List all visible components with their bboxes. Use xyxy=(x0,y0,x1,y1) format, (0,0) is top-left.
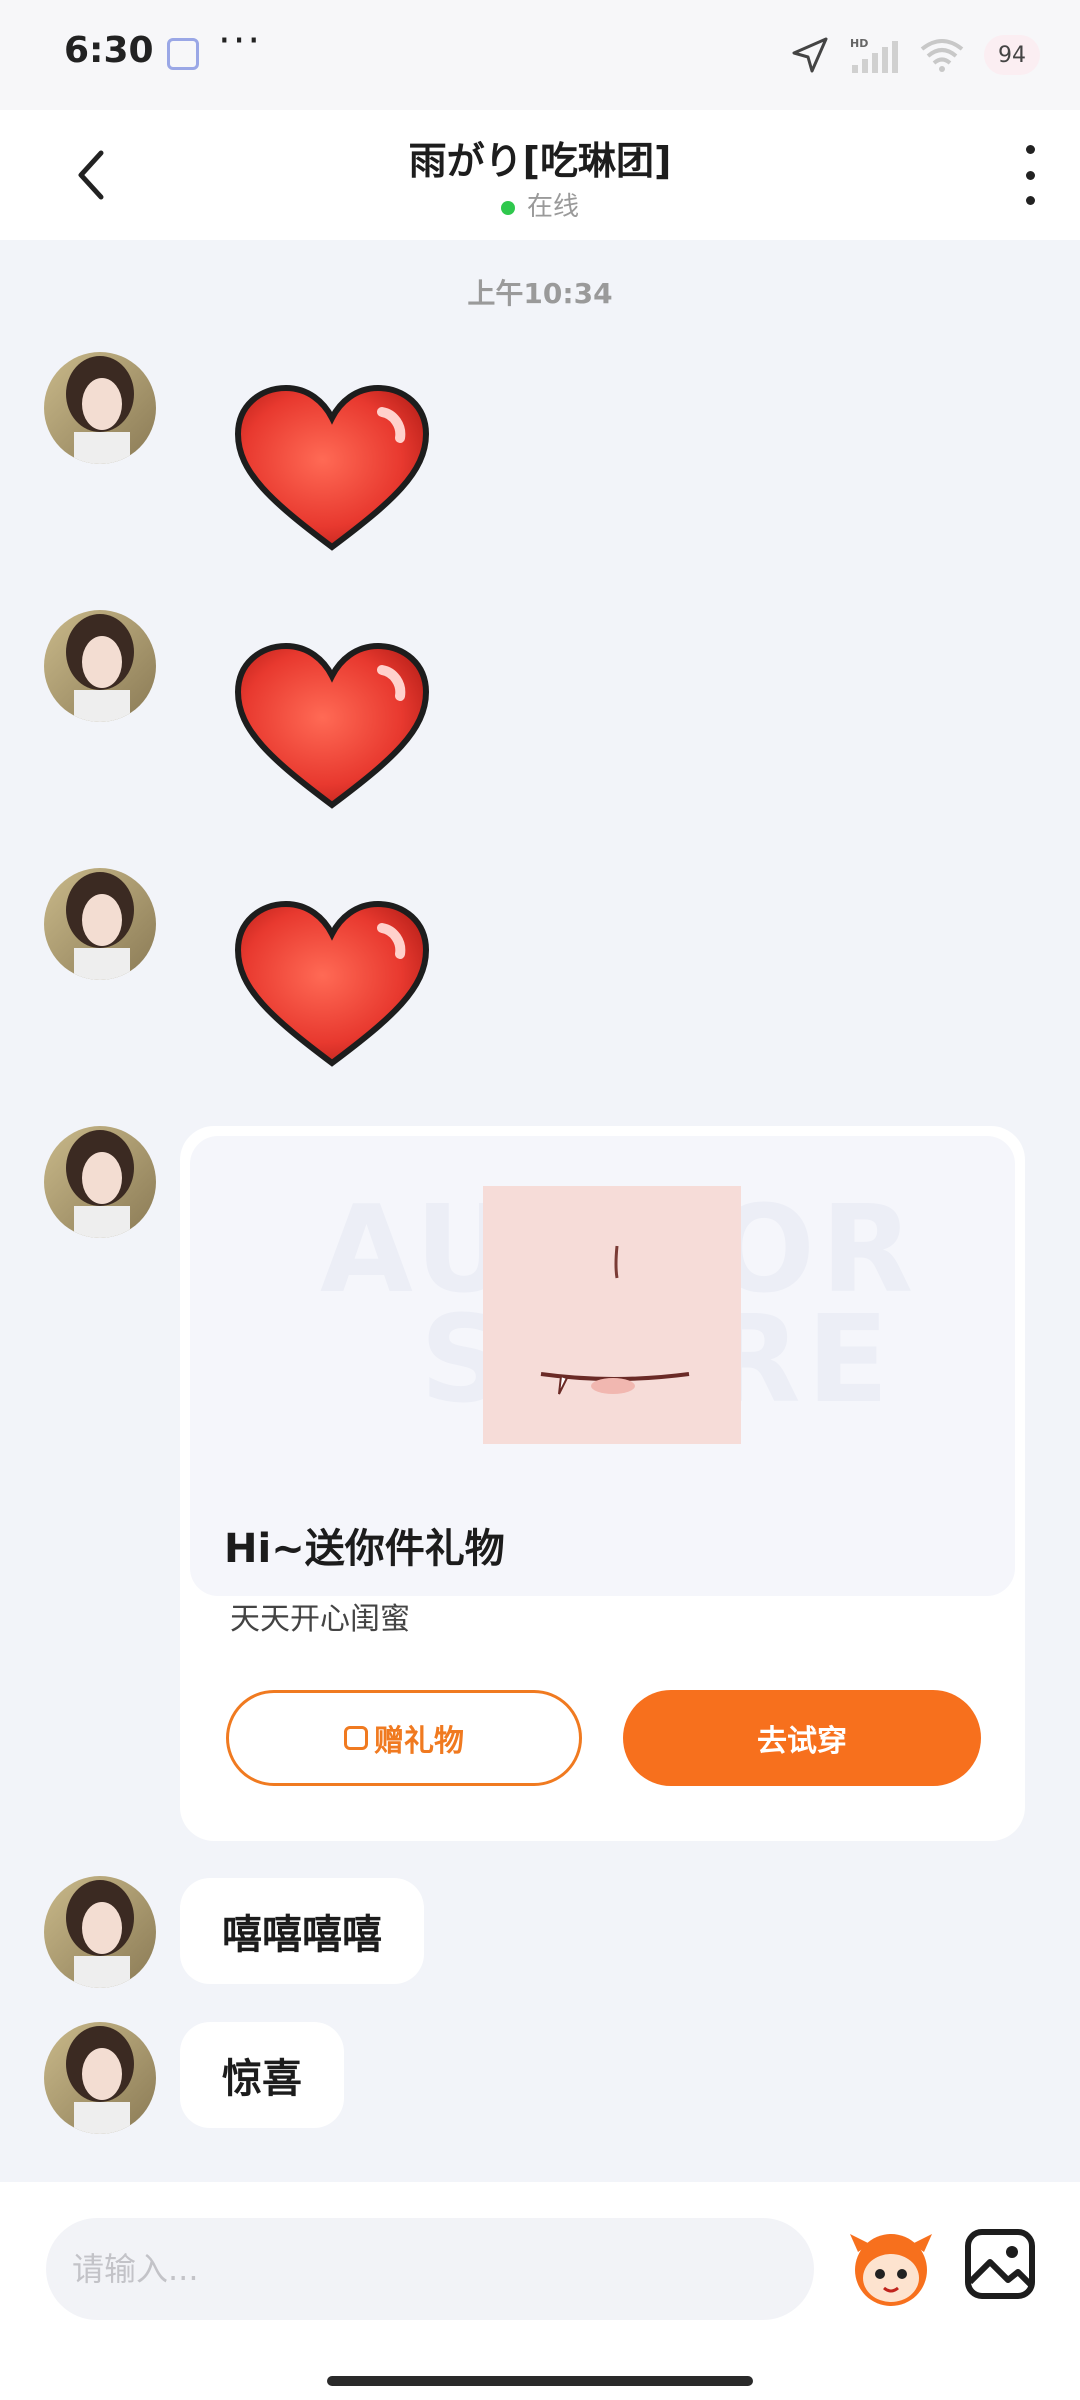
more-options-button[interactable] xyxy=(1010,145,1050,205)
avatar-photo xyxy=(44,1876,156,1988)
chat-header: 雨がり[吃琳团] 在线 xyxy=(0,110,1080,240)
avatar-photo xyxy=(44,2022,156,2134)
mascot-sticker-icon[interactable] xyxy=(846,2222,936,2312)
image-icon[interactable] xyxy=(962,2226,1038,2302)
online-status: 在线 xyxy=(0,186,1080,223)
status-more-icon: ··· xyxy=(218,18,263,64)
avatar-photo xyxy=(44,1126,156,1238)
gift-subtitle: 天天开心闺蜜 xyxy=(230,1602,410,1637)
svg-text:HD: HD xyxy=(850,37,868,50)
message-bubble[interactable]: 嘻嘻嘻嘻 xyxy=(180,1878,424,1984)
status-time: 6:30 xyxy=(64,30,154,71)
heart-sticker-icon[interactable] xyxy=(232,640,432,815)
home-indicator[interactable] xyxy=(327,2376,753,2386)
avatar-photo xyxy=(44,868,156,980)
gift-card[interactable]: AUTHOR STORE Hi~送你件礼物 天天开心闺蜜 赠礼物 去试穿 xyxy=(180,1126,1025,1841)
wifi-icon xyxy=(920,39,964,72)
contact-avatar[interactable] xyxy=(44,1126,156,1238)
gift-icon xyxy=(344,1726,368,1750)
avatar-photo xyxy=(44,352,156,464)
message-input[interactable] xyxy=(46,2218,814,2320)
heart-sticker-icon[interactable] xyxy=(232,382,432,557)
message-bubble[interactable]: 惊喜 xyxy=(180,2022,344,2128)
more-vertical-icon xyxy=(1025,145,1035,154)
gift-item-image xyxy=(483,1186,741,1444)
battery-indicator: 94 xyxy=(984,35,1040,75)
contact-avatar[interactable] xyxy=(44,2022,156,2134)
contact-avatar[interactable] xyxy=(44,610,156,722)
status-bar: 6:30 ··· HD 94 xyxy=(0,0,1080,110)
contact-name: 雨がり[吃琳团] xyxy=(408,139,672,183)
online-dot-icon xyxy=(500,200,515,215)
location-icon xyxy=(792,37,828,73)
contact-avatar[interactable] xyxy=(44,352,156,464)
gift-title: Hi~送你件礼物 xyxy=(224,1526,505,1572)
status-indicators: HD 94 xyxy=(790,30,1040,80)
contact-avatar[interactable] xyxy=(44,868,156,980)
try-on-button[interactable]: 去试穿 xyxy=(623,1690,981,1786)
input-bar xyxy=(0,2182,1080,2400)
heart-sticker-icon[interactable] xyxy=(232,898,432,1073)
message-timestamp: 上午10:34 xyxy=(467,277,613,310)
contact-avatar[interactable] xyxy=(44,1876,156,1988)
give-gift-button[interactable]: 赠礼物 xyxy=(226,1690,582,1786)
notification-app-icon xyxy=(167,38,199,70)
signal-icon: HD xyxy=(850,37,898,73)
avatar-photo xyxy=(44,610,156,722)
online-status-label: 在线 xyxy=(526,192,579,222)
